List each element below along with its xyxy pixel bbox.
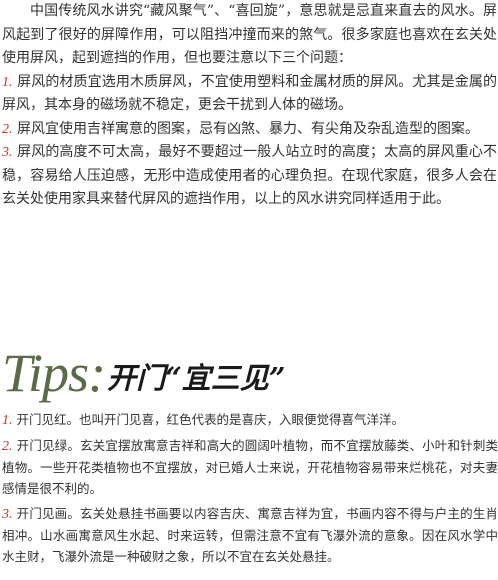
article: 中国传统风水讲究“藏风聚气”、“喜回旋”，意思就是忌直来直去的风水。屏风起到了很… [0,0,498,212]
intro-section: 中国传统风水讲究“藏风聚气”、“喜回旋”，意思就是忌直来直去的风水。屏风起到了很… [0,0,498,212]
tip-text: 开门见红。也叫开门见喜，红色代表的是喜庆，入眼便觉得喜气洋洋。 [16,412,404,427]
tips-item-2: 2. 开门见绿。玄关宜摆放寓意吉祥和高大的圆阔叶植物，而不宜摆放藤类、小叶和针刺… [2,435,498,499]
intro-point-2: 2. 屏风宜使用吉祥寓意的图案，忌有凶煞、暴力、有尖角及杂乱造型的图案。 [2,118,497,142]
tips-item-3: 3. 开门见画。玄关处悬挂书画要以内容吉庆、寓意吉祥为宜，书画内容不得与户主的生… [2,503,498,567]
point-text: 屏风的材质宜选用木质屏风，不宜使用塑料和金属材质的屏风。尤其是金属的屏风，其本身… [2,73,498,114]
tips-colon: : [88,343,106,403]
tip-number: 2. [2,439,13,454]
tips-item-1: 1. 开门见红。也叫开门见喜，红色代表的是喜庆，入眼便觉得喜气洋洋。 [2,409,498,431]
tip-number: 1. [2,413,13,428]
point-number: 1. [2,74,13,90]
tip-text: 开门见画。玄关处悬挂书画要以内容吉庆、寓意吉祥为宜，书画内容不得与户主的生肖相冲… [2,506,498,564]
tip-number: 3. [2,507,13,522]
intro-opening-paragraph: 中国传统风水讲究“藏风聚气”、“喜回旋”，意思就是忌直来直去的风水。屏风起到了很… [2,3,497,66]
intro-point-3: 3. 屏风的高度不可太高，最好不要超过一般人站立时的高度；太高的屏风重心不稳，容… [2,141,497,212]
tips-heading: Tips : 开门“宜三见” [2,336,285,400]
tip-text: 开门见绿。玄关宜摆放寓意吉祥和高大的圆阔叶植物，而不宜摆放藤类、小叶和针刺类植物… [2,438,498,496]
point-text: 屏风的高度不可太高，最好不要超过一般人站立时的高度；太高的屏风重心不稳，容易给人… [2,144,498,207]
point-text: 屏风宜使用吉祥寓意的图案，忌有凶煞、暴力、有尖角及杂乱造型的图案。 [16,120,479,137]
page: { "intro": { "opening": "中国传统风水讲究“藏风聚气”、… [0,0,498,580]
point-number: 3. [2,145,13,160]
point-number: 2. [2,121,13,137]
tips-list: 1. 开门见红。也叫开门见喜，红色代表的是喜庆，入眼便觉得喜气洋洋。 2. 开门… [0,409,498,571]
tips-title: 开门“宜三见” [107,361,286,395]
tips-label: Tips [2,343,89,403]
intro-point-1: 1. 屏风的材质宜选用木质屏风，不宜使用塑料和金属材质的屏风。尤其是金属的屏风，… [2,71,497,118]
